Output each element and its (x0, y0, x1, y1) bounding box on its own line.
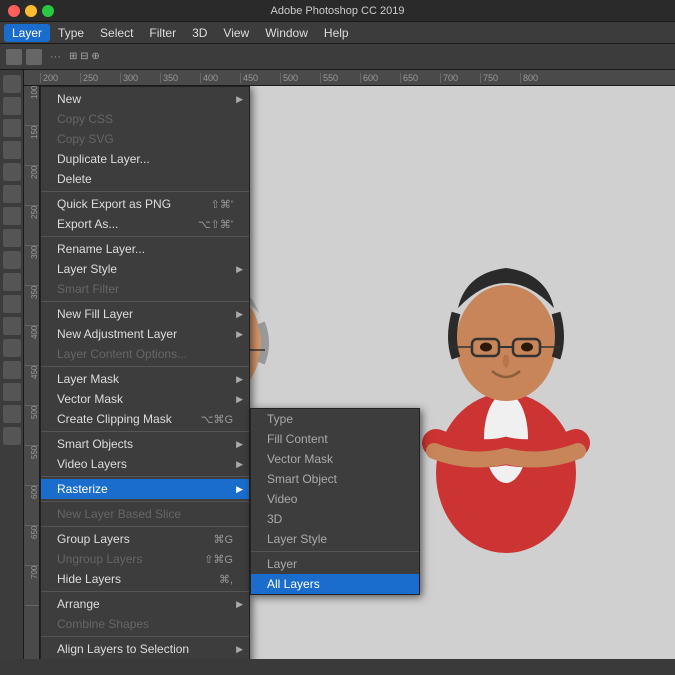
ruler-vertical: 100 150 200 250 300 350 400 450 500 550 … (24, 86, 40, 659)
tool-shape[interactable] (3, 383, 21, 401)
tool-dodge[interactable] (3, 295, 21, 313)
tool-eraser[interactable] (3, 251, 21, 269)
ruler-tick: 450 (240, 73, 280, 83)
tool-brush[interactable] (3, 207, 21, 225)
toolbar-icon-1[interactable] (6, 49, 22, 65)
ruler-tick: 350 (160, 73, 200, 83)
menu-item-window[interactable]: Window (257, 24, 316, 42)
ruler-tick-v: 100 (25, 86, 39, 126)
menu-item-view[interactable]: View (215, 24, 257, 42)
menu-item-3d[interactable]: 3D (184, 24, 215, 42)
ruler-v-ticks: 100 150 200 250 300 350 400 450 500 550 … (25, 86, 39, 606)
tool-heal[interactable] (3, 185, 21, 203)
tool-move[interactable] (3, 75, 21, 93)
ruler-tick: 400 (200, 73, 240, 83)
ruler-tick-v: 350 (25, 286, 39, 326)
tool-eyedrop[interactable] (3, 163, 21, 181)
canvas-inner: 200 250 300 350 400 450 500 550 600 650 … (24, 70, 675, 659)
ruler-tick-v: 200 (25, 166, 39, 206)
ruler-tick-v: 700 (25, 566, 39, 606)
ruler-tick: 800 (520, 73, 560, 83)
ruler-horizontal: 200 250 300 350 400 450 500 550 600 650 … (24, 70, 675, 86)
ruler-tick-v: 500 (25, 406, 39, 446)
tool-text[interactable] (3, 339, 21, 357)
ruler-tick-v: 600 (25, 486, 39, 526)
menu-item-layer[interactable]: Layer (4, 24, 50, 42)
ruler-tick: 300 (120, 73, 160, 83)
tool-crop[interactable] (3, 141, 21, 159)
ruler-tick: 700 (440, 73, 480, 83)
tool-path[interactable] (3, 361, 21, 379)
left-toolbar (0, 70, 24, 659)
canvas-with-ruler: 100 150 200 250 300 350 400 450 500 550 … (24, 86, 675, 659)
menu-bar: Layer Type Select Filter 3D View Window … (0, 22, 675, 44)
ruler-corner (24, 70, 40, 86)
maximize-button[interactable] (42, 5, 54, 17)
app-title: Adobe Photoshop CC 2019 (271, 5, 405, 17)
ruler-tick-v: 450 (25, 366, 39, 406)
toolbar-separator: ··· (50, 51, 61, 63)
character-right (416, 183, 596, 563)
menu-item-help[interactable]: Help (316, 24, 357, 42)
tool-pen[interactable] (3, 317, 21, 335)
ruler-tick-v: 250 (25, 206, 39, 246)
ruler-tick: 250 (80, 73, 120, 83)
ruler-tick-v: 400 (25, 326, 39, 366)
tool-select[interactable] (3, 97, 21, 115)
toolbar-icon-2[interactable] (26, 49, 42, 65)
toolbar-options: ⊞ ⊟ ⊕ (69, 51, 100, 62)
tool-gradient[interactable] (3, 273, 21, 291)
ruler-h-ticks: 200 250 300 350 400 450 500 550 600 650 … (40, 73, 560, 83)
ruler-tick: 200 (40, 73, 80, 83)
title-bar: Adobe Photoshop CC 2019 (0, 0, 675, 22)
ruler-tick-v: 550 (25, 446, 39, 486)
character-area (40, 86, 675, 659)
menu-item-filter[interactable]: Filter (141, 24, 184, 42)
ruler-tick-v: 650 (25, 526, 39, 566)
character-left (119, 183, 299, 563)
traffic-lights (8, 5, 54, 17)
minimize-button[interactable] (25, 5, 37, 17)
ruler-tick-v: 150 (25, 126, 39, 166)
tool-lasso[interactable] (3, 119, 21, 137)
ruler-tick: 550 (320, 73, 360, 83)
ruler-tick: 750 (480, 73, 520, 83)
ruler-tick: 500 (280, 73, 320, 83)
ruler-tick: 650 (400, 73, 440, 83)
ruler-tick: 600 (360, 73, 400, 83)
menu-item-type[interactable]: Type (50, 24, 92, 42)
toolbar: ··· ⊞ ⊟ ⊕ (0, 44, 675, 70)
tool-hand[interactable] (3, 405, 21, 423)
tool-clone[interactable] (3, 229, 21, 247)
close-button[interactable] (8, 5, 20, 17)
menu-item-select[interactable]: Select (92, 24, 141, 42)
ruler-tick-v: 300 (25, 246, 39, 286)
canvas-area: New Copy CSS Copy SVG Duplicate Layer...… (40, 86, 675, 659)
tool-zoom[interactable] (3, 427, 21, 445)
main-area: 200 250 300 350 400 450 500 550 600 650 … (0, 70, 675, 659)
